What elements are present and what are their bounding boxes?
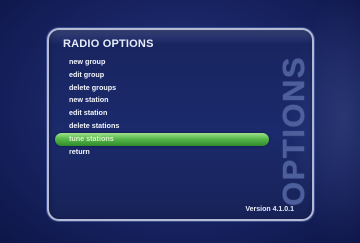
menu-item-new-group[interactable]: new group xyxy=(49,56,312,69)
version-label: Version 4.1.0.1 xyxy=(245,206,294,213)
menu-item-new-station[interactable]: new station xyxy=(49,94,312,107)
options-panel: RADIO OPTIONS new group edit group delet… xyxy=(47,28,314,221)
menu-item-delete-groups[interactable]: delete groups xyxy=(49,82,312,95)
tv-screen: RADIO OPTIONS new group edit group delet… xyxy=(0,0,360,243)
menu-item-tune-stations[interactable]: tune stations xyxy=(55,132,269,146)
menu-item-edit-station[interactable]: edit station xyxy=(49,107,312,120)
panel-title: RADIO OPTIONS xyxy=(63,38,154,50)
options-menu: new group edit group delete groups new s… xyxy=(49,56,312,158)
options-side-text: OPTIONS xyxy=(276,55,311,206)
menu-item-return[interactable]: return xyxy=(49,146,312,159)
menu-item-edit-group[interactable]: edit group xyxy=(49,69,312,82)
menu-item-delete-stations[interactable]: delete stations xyxy=(49,120,312,133)
options-side-label: OPTIONS xyxy=(274,48,312,213)
